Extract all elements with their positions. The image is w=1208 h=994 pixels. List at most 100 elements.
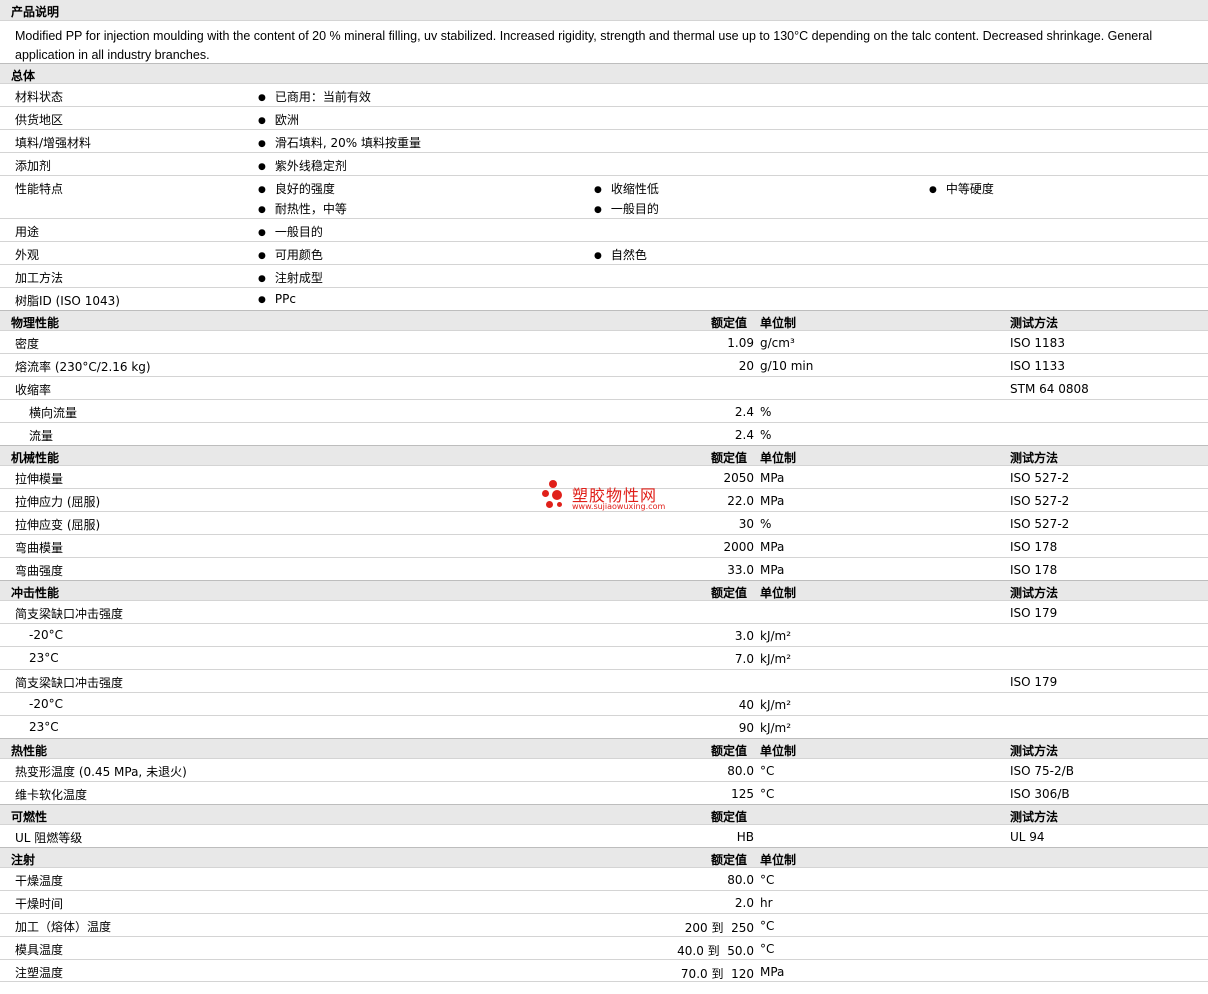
property-unit: °C bbox=[760, 919, 775, 933]
property-label: 弯曲强度 bbox=[15, 564, 64, 578]
column-header-nominal: 额定值 bbox=[711, 744, 748, 758]
property-value: 40 bbox=[738, 698, 754, 712]
property-row: 模具温度 40.0 到 50.0 °C bbox=[0, 936, 1208, 959]
bullet-item: PPc bbox=[258, 292, 296, 306]
test-method: ISO 178 bbox=[1010, 540, 1058, 554]
bullet-item: 收缩性低 bbox=[594, 180, 659, 197]
property-value: 30 bbox=[738, 517, 754, 531]
column-header-nominal: 额定值 bbox=[711, 586, 748, 600]
column-header-nominal: 额定值 bbox=[711, 316, 748, 330]
property-unit: MPa bbox=[760, 494, 785, 508]
test-method: ISO 1183 bbox=[1010, 336, 1065, 350]
test-method: ISO 179 bbox=[1010, 675, 1058, 689]
property-label: 拉伸应力 (屈服) bbox=[15, 495, 101, 509]
property-value: 80.0 bbox=[727, 764, 754, 778]
property-row: 干燥时间 2.0 hr bbox=[0, 890, 1208, 913]
test-method: ISO 527-2 bbox=[1010, 517, 1070, 531]
property-row: 23°C 90 kJ/m² bbox=[0, 715, 1208, 738]
column-header-unit: 单位制 bbox=[760, 853, 797, 867]
section-title: 产品说明 bbox=[11, 5, 60, 19]
property-label: 维卡软化温度 bbox=[15, 788, 88, 802]
property-unit: MPa bbox=[760, 540, 785, 554]
property-unit: kJ/m² bbox=[760, 698, 792, 712]
bullet-item: 可用颜色 bbox=[258, 246, 323, 263]
test-method: ISO 178 bbox=[1010, 563, 1058, 577]
property-value: 2.0 bbox=[734, 896, 754, 910]
property-label: 横向流量 bbox=[29, 406, 78, 420]
section-header-physical: 物理性能 额定值 单位制 测试方法 bbox=[0, 310, 1208, 330]
property-row: -20°C 40 kJ/m² bbox=[0, 692, 1208, 715]
property-row: 拉伸应变 (屈服) 30 % ISO 527-2 bbox=[0, 511, 1208, 534]
property-row: 横向流量 2.4 % bbox=[0, 399, 1208, 422]
property-unit: g/10 min bbox=[760, 359, 814, 373]
test-method: ISO 527-2 bbox=[1010, 471, 1070, 485]
property-unit: °C bbox=[760, 942, 775, 956]
property-label: 23°C bbox=[29, 651, 59, 665]
section-title: 机械性能 bbox=[11, 451, 60, 465]
property-label: 拉伸模量 bbox=[15, 472, 64, 486]
property-value: 125 bbox=[731, 787, 754, 801]
column-header-method: 测试方法 bbox=[1010, 316, 1059, 330]
property-unit: °C bbox=[760, 787, 775, 801]
property-unit: MPa bbox=[760, 965, 785, 979]
bullet-item: 紫外线稳定剂 bbox=[258, 157, 347, 174]
property-row: 收缩率 STM 64 0808 bbox=[0, 376, 1208, 399]
bullet-item: 欧洲 bbox=[258, 111, 299, 128]
property-row: 弯曲强度 33.0 MPa ISO 178 bbox=[0, 557, 1208, 580]
property-label: 热变形温度 (0.45 MPa, 未退火) bbox=[15, 765, 187, 779]
watermark-logo: 塑胶物性网 www.sujiaowuxing.com bbox=[540, 478, 680, 514]
section-header-description: 产品说明 bbox=[0, 0, 1208, 20]
column-header-nominal: 额定值 bbox=[711, 810, 748, 824]
property-value: 3.0 bbox=[734, 629, 754, 643]
general-row: 外观 可用颜色 自然色 bbox=[0, 241, 1208, 264]
property-value: 2050 bbox=[723, 471, 754, 485]
bullet-item: 中等硬度 bbox=[929, 180, 994, 197]
general-row: 填料/增强材料 滑石填料, 20% 填料按重量 bbox=[0, 129, 1208, 152]
property-row: 加工（熔体）温度 200 到 250 °C bbox=[0, 913, 1208, 936]
general-row: 加工方法 注射成型 bbox=[0, 264, 1208, 287]
property-row: 简支梁缺口冲击强度 ISO 179 bbox=[0, 669, 1208, 692]
test-method: UL 94 bbox=[1010, 830, 1045, 844]
row-label: 加工方法 bbox=[15, 271, 64, 285]
section-title: 可燃性 bbox=[11, 810, 48, 824]
property-unit: hr bbox=[760, 896, 773, 910]
bullet-item: 一般目的 bbox=[258, 223, 323, 240]
property-unit: MPa bbox=[760, 563, 785, 577]
test-method: ISO 75-2/B bbox=[1010, 764, 1074, 778]
property-value: 40.0 到 50.0 bbox=[677, 944, 754, 958]
general-row: 供货地区 欧洲 bbox=[0, 106, 1208, 129]
property-unit: kJ/m² bbox=[760, 721, 792, 735]
property-label: 简支梁缺口冲击强度 bbox=[15, 607, 124, 621]
watermark-url: www.sujiaowuxing.com bbox=[572, 502, 666, 511]
property-label: 拉伸应变 (屈服) bbox=[15, 518, 101, 532]
property-value: 1.09 bbox=[727, 336, 754, 350]
property-unit: °C bbox=[760, 873, 775, 887]
property-unit: MPa bbox=[760, 471, 785, 485]
column-header-method: 测试方法 bbox=[1010, 744, 1059, 758]
property-value: HB bbox=[736, 830, 754, 844]
property-label: 加工（熔体）温度 bbox=[15, 920, 112, 934]
property-unit: °C bbox=[760, 764, 775, 778]
property-value: 90 bbox=[738, 721, 754, 735]
row-label: 树脂ID (ISO 1043) bbox=[15, 294, 120, 308]
column-header-method: 测试方法 bbox=[1010, 586, 1059, 600]
column-header-nominal: 额定值 bbox=[711, 853, 748, 867]
section-header-impact: 冲击性能 额定值 单位制 测试方法 bbox=[0, 580, 1208, 600]
section-header-thermal: 热性能 额定值 单位制 测试方法 bbox=[0, 738, 1208, 758]
row-label: 外观 bbox=[15, 248, 40, 262]
property-row: 注塑温度 70.0 到 120 MPa bbox=[0, 959, 1208, 982]
property-row: 弯曲模量 2000 MPa ISO 178 bbox=[0, 534, 1208, 557]
test-method: ISO 179 bbox=[1010, 606, 1058, 620]
bullet-item: 注射成型 bbox=[258, 269, 323, 286]
property-value: 22.0 bbox=[727, 494, 754, 508]
property-unit: kJ/m² bbox=[760, 629, 792, 643]
bullet-item: 滑石填料, 20% 填料按重量 bbox=[258, 134, 421, 151]
section-header-mechanical: 机械性能 额定值 单位制 测试方法 bbox=[0, 445, 1208, 465]
general-row: 材料状态 已商用：当前有效 bbox=[0, 83, 1208, 106]
property-value: 7.0 bbox=[734, 652, 754, 666]
property-unit: g/cm³ bbox=[760, 336, 795, 350]
property-value: 70.0 到 120 bbox=[680, 967, 754, 981]
section-title: 物理性能 bbox=[11, 316, 60, 330]
property-label: 收缩率 bbox=[15, 383, 52, 397]
property-row: 热变形温度 (0.45 MPa, 未退火) 80.0 °C ISO 75-2/B bbox=[0, 758, 1208, 781]
